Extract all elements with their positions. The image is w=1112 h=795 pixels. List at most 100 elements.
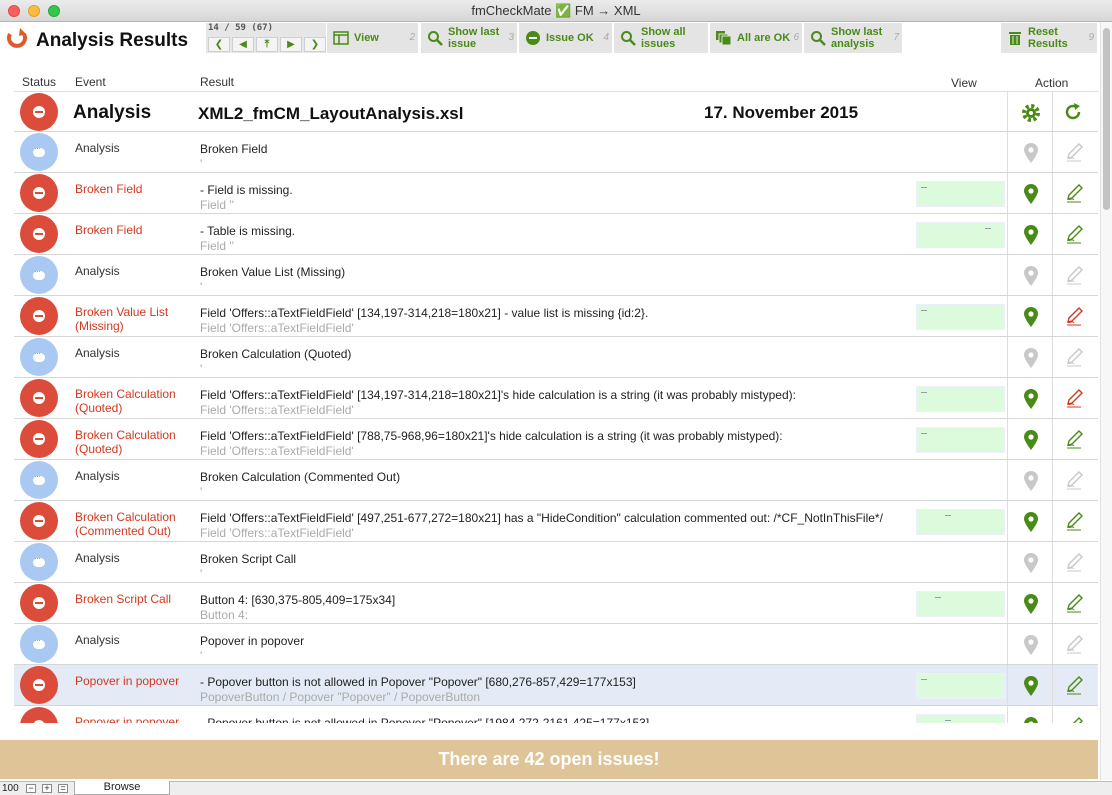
settings-gear-icon[interactable]: [1020, 102, 1042, 124]
view-preview[interactable]: [916, 181, 1005, 207]
result-row[interactable]: Broken Field - Table is missing. Field '': [14, 214, 1098, 255]
go-to-location-icon[interactable]: [1021, 634, 1041, 656]
status-error-icon[interactable]: [20, 174, 58, 212]
refresh-icon[interactable]: [1063, 102, 1083, 122]
vertical-scrollbar[interactable]: [1100, 22, 1112, 780]
go-to-location-icon[interactable]: [1021, 470, 1041, 492]
edit-signature-icon[interactable]: [1064, 142, 1084, 164]
go-to-location-icon[interactable]: [1021, 716, 1041, 723]
status-info-icon[interactable]: [20, 461, 58, 499]
edit-signature-icon[interactable]: [1064, 388, 1084, 410]
edit-signature-icon[interactable]: [1064, 593, 1084, 615]
result-row[interactable]: Broken Calculation (Quoted) Field 'Offers…: [14, 378, 1098, 419]
close-window-button[interactable]: [8, 5, 20, 17]
view-button[interactable]: View 2: [327, 23, 418, 53]
edit-signature-icon[interactable]: [1064, 429, 1084, 451]
view-preview[interactable]: [916, 222, 1005, 248]
column-header-result: Result: [200, 75, 235, 89]
result-row[interactable]: Analysis Popover in popover': [14, 624, 1098, 665]
next-record-button[interactable]: ▶: [280, 37, 302, 52]
result-row[interactable]: Analysis Broken Script Call': [14, 542, 1098, 583]
result-row[interactable]: Broken Calculation (Commented Out) Field …: [14, 501, 1098, 542]
status-error-icon[interactable]: [20, 502, 58, 540]
view-preview[interactable]: [916, 427, 1005, 453]
go-to-location-icon[interactable]: [1021, 306, 1041, 328]
result-row[interactable]: Broken Script Call Button 4: [630,375-805…: [14, 583, 1098, 624]
result-row[interactable]: Broken Value List (Missing) Field 'Offers…: [14, 296, 1098, 337]
show-last-analysis-button[interactable]: Show last analysis 7: [804, 23, 902, 53]
status-info-icon[interactable]: [20, 625, 58, 663]
scroll-thumb[interactable]: [1103, 28, 1110, 210]
result-detail: Field 'Offers::aTextFieldField': [200, 403, 354, 417]
edit-signature-icon[interactable]: [1064, 306, 1084, 328]
edit-signature-icon[interactable]: [1064, 511, 1084, 533]
result-detail: ': [200, 280, 203, 294]
show-all-issues-button[interactable]: Show all issues: [614, 23, 708, 53]
edit-signature-icon[interactable]: [1064, 224, 1084, 246]
view-preview[interactable]: [916, 509, 1005, 535]
goto-record-button[interactable]: ⤒: [256, 37, 278, 52]
edit-signature-icon[interactable]: [1064, 183, 1084, 205]
status-error-icon[interactable]: [20, 215, 58, 253]
view-preview[interactable]: [916, 386, 1005, 412]
go-to-location-icon[interactable]: [1021, 593, 1041, 615]
view-preview[interactable]: [916, 714, 1005, 723]
result-text: Broken Script Call: [200, 552, 297, 566]
zoom-in-icon[interactable]: +: [42, 784, 52, 793]
result-row[interactable]: Analysis Broken Calculation (Quoted)': [14, 337, 1098, 378]
edit-signature-icon[interactable]: [1064, 634, 1084, 656]
status-error-icon[interactable]: [20, 707, 58, 723]
view-preview[interactable]: [916, 673, 1005, 699]
status-info-icon[interactable]: [20, 338, 58, 376]
go-to-location-icon[interactable]: [1021, 552, 1041, 574]
edit-signature-icon[interactable]: [1064, 716, 1084, 723]
status-info-icon[interactable]: [20, 543, 58, 581]
result-row[interactable]: Popover in popover - Popover button is n…: [14, 706, 1098, 723]
toggle-toolbar-icon[interactable]: =: [58, 784, 68, 793]
view-preview[interactable]: [916, 591, 1005, 617]
edit-signature-icon[interactable]: [1064, 675, 1084, 697]
show-last-issue-button[interactable]: Show last issue 3: [421, 23, 517, 53]
edit-signature-icon[interactable]: [1064, 265, 1084, 287]
zoom-window-button[interactable]: [48, 5, 60, 17]
go-to-location-icon[interactable]: [1021, 224, 1041, 246]
issue-ok-button[interactable]: Issue OK 4: [519, 23, 612, 53]
minimize-window-button[interactable]: [28, 5, 40, 17]
first-record-button[interactable]: ❮: [208, 37, 230, 52]
result-row[interactable]: Analysis Broken Value List (Missing)': [14, 255, 1098, 296]
go-to-location-icon[interactable]: [1021, 265, 1041, 287]
go-to-location-icon[interactable]: [1021, 347, 1041, 369]
result-row[interactable]: Popover in popover - Popover button is n…: [14, 665, 1098, 706]
button-label: View: [354, 32, 379, 44]
status-info-icon[interactable]: [20, 256, 58, 294]
mode-selector[interactable]: Browse: [74, 781, 170, 795]
status-error-icon[interactable]: [20, 584, 58, 622]
result-row[interactable]: Broken Calculation (Quoted) Field 'Offers…: [14, 419, 1098, 460]
reset-results-button[interactable]: Reset Results 9: [1001, 23, 1097, 53]
go-to-location-icon[interactable]: [1021, 675, 1041, 697]
go-to-location-icon[interactable]: [1021, 142, 1041, 164]
all-are-ok-button[interactable]: All are OK 6: [710, 23, 802, 53]
go-to-location-icon[interactable]: [1021, 388, 1041, 410]
status-info-icon[interactable]: [20, 133, 58, 171]
result-row[interactable]: Analysis Broken Field': [14, 132, 1098, 173]
result-row[interactable]: Analysis Broken Calculation (Commented Ou…: [14, 460, 1098, 501]
status-error-icon[interactable]: [20, 420, 58, 458]
go-to-location-icon[interactable]: [1021, 183, 1041, 205]
button-label: All are OK: [737, 32, 791, 44]
status-error-icon[interactable]: [20, 297, 58, 335]
edit-signature-icon[interactable]: [1064, 347, 1084, 369]
edit-signature-icon[interactable]: [1064, 552, 1084, 574]
zoom-level[interactable]: 100: [2, 783, 19, 794]
edit-signature-icon[interactable]: [1064, 470, 1084, 492]
status-error-icon[interactable]: [20, 379, 58, 417]
result-row[interactable]: Broken Field - Field is missing. Field '': [14, 173, 1098, 214]
status-error-icon[interactable]: [20, 666, 58, 704]
last-record-button[interactable]: ❯: [304, 37, 326, 52]
prev-record-button[interactable]: ◀: [232, 37, 254, 52]
go-to-location-icon[interactable]: [1021, 511, 1041, 533]
view-preview[interactable]: [916, 304, 1005, 330]
zoom-out-icon[interactable]: −: [26, 784, 36, 793]
result-text: Field 'Offers::aTextFieldField' [788,75-…: [200, 429, 783, 443]
go-to-location-icon[interactable]: [1021, 429, 1041, 451]
